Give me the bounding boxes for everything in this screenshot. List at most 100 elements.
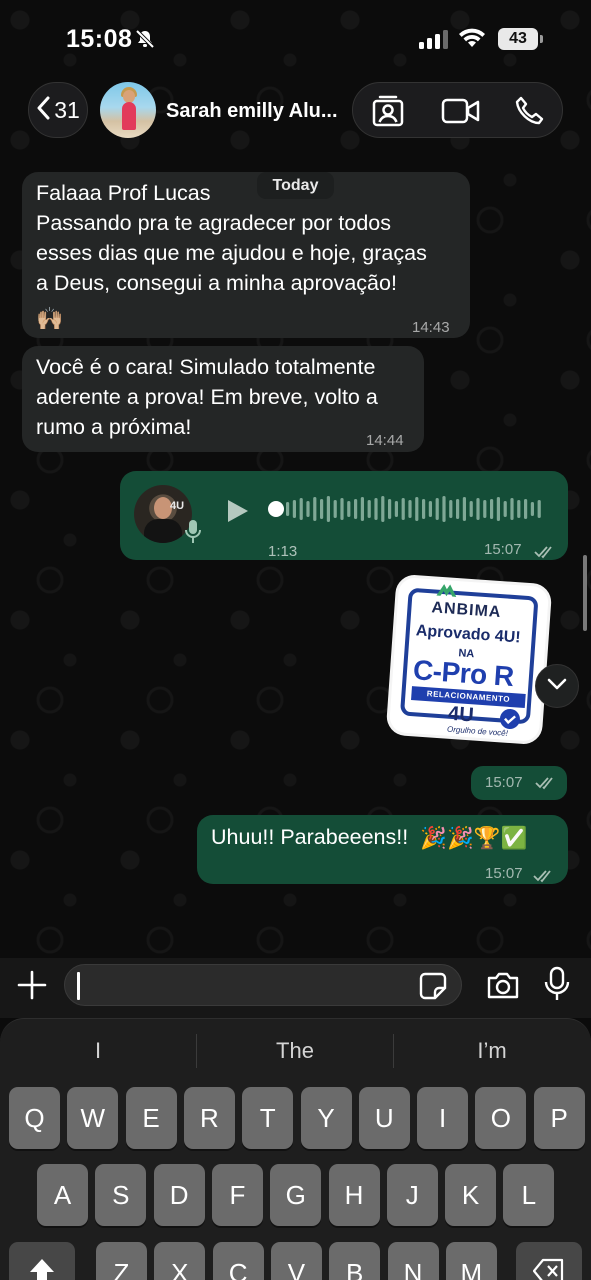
key-d[interactable]: D [153, 1164, 205, 1226]
key-w[interactable]: W [67, 1087, 119, 1149]
playback-position-dot[interactable] [268, 501, 284, 517]
key-b[interactable]: B [329, 1242, 381, 1280]
waveform-bar [340, 498, 344, 520]
chevron-left-icon [36, 96, 50, 125]
outgoing-message[interactable]: Uhuu!! Parabeeens!! 🎉🎉🏆✅ 15:07 [197, 815, 568, 884]
camera-icon[interactable] [486, 970, 520, 1005]
message-text: Uhuu!! Parabeeens!! [211, 825, 409, 849]
waveform-bar [347, 501, 351, 517]
header-actions [352, 82, 563, 138]
play-icon[interactable] [226, 498, 250, 532]
key-y[interactable]: Y [300, 1087, 352, 1149]
shift-key[interactable] [9, 1242, 75, 1280]
waveform-bar [530, 502, 534, 516]
wifi-icon [458, 27, 486, 54]
incoming-message[interactable]: Você é o cara! Simulado totalmente adere… [22, 346, 424, 452]
sticker-image[interactable]: ANBIMA Aprovado 4U! NA C-Pro R RELACIONA… [388, 576, 553, 748]
waveform-bar [313, 497, 317, 521]
key-g[interactable]: G [270, 1164, 322, 1226]
suggestion-3[interactable]: I’m [394, 1036, 590, 1066]
battery-indicator: 43 [498, 28, 543, 50]
voice-duration: 1:13 [268, 543, 298, 560]
waveform-bar [381, 496, 385, 522]
key-z[interactable]: Z [96, 1242, 147, 1280]
backspace-icon [532, 1258, 564, 1280]
audio-waveform[interactable] [286, 495, 548, 523]
waveform-bar [476, 498, 480, 520]
key-k[interactable]: K [445, 1164, 497, 1226]
microphone-icon[interactable] [544, 966, 570, 1007]
key-o[interactable]: O [475, 1087, 527, 1149]
waveform-bar [299, 498, 303, 520]
waveform-bar [374, 498, 378, 520]
key-x[interactable]: X [154, 1242, 206, 1280]
suggestion-2[interactable]: The [197, 1036, 393, 1066]
waveform-bar [483, 500, 487, 518]
key-f[interactable]: F [211, 1164, 263, 1226]
key-s[interactable]: S [95, 1164, 147, 1226]
waveform-bar [286, 502, 290, 516]
message-time: 14:44 [366, 432, 404, 449]
sticker-line1: Aprovado 4U! [415, 622, 522, 647]
voice-message[interactable]: 4U 1:13 15:07 [120, 471, 568, 560]
waveform-bar [326, 496, 330, 522]
waveform-bar [292, 500, 296, 518]
contact-name[interactable]: Sarah emilly Alu... [166, 100, 338, 123]
message-emoji: 🙌🏼 [36, 306, 64, 331]
waveform-bar [503, 501, 507, 517]
key-n[interactable]: N [387, 1242, 439, 1280]
sticker-timestamp: 15:07 [471, 766, 567, 800]
microphone-icon [184, 519, 202, 553]
sticker-brand: ANBIMA [430, 599, 502, 622]
key-u[interactable]: U [358, 1087, 410, 1149]
contact-card-icon[interactable] [371, 95, 405, 132]
plus-icon[interactable] [16, 969, 48, 1006]
message-emojis: 🎉🎉🏆✅ [420, 826, 528, 851]
key-c[interactable]: C [212, 1242, 264, 1280]
waveform-bar [320, 499, 324, 519]
waveform-bar [360, 497, 364, 521]
waveform-bar [333, 500, 337, 518]
key-t[interactable]: T [242, 1087, 294, 1149]
back-button[interactable]: 31 [28, 82, 88, 138]
incoming-message[interactable]: Falaaa Prof Lucas Passando pra te agrade… [22, 172, 470, 338]
key-r[interactable]: R [183, 1087, 235, 1149]
key-v[interactable]: V [270, 1242, 322, 1280]
waveform-bar [490, 499, 494, 519]
key-l[interactable]: L [503, 1164, 555, 1226]
key-h[interactable]: H [328, 1164, 380, 1226]
message-time: 14:43 [412, 319, 450, 336]
message-time: 15:07 [485, 865, 523, 882]
message-time: 15:07 [485, 774, 523, 791]
contact-avatar[interactable] [100, 82, 156, 138]
verified-check-icon [499, 708, 521, 730]
text-cursor [77, 972, 80, 1000]
phone-call-icon[interactable] [513, 95, 547, 132]
key-e[interactable]: E [125, 1087, 177, 1149]
waveform-bar [517, 500, 521, 518]
video-call-icon[interactable] [441, 97, 481, 130]
message-input[interactable] [64, 964, 462, 1006]
status-bar: 15:08 43 [0, 0, 591, 80]
key-a[interactable]: A [37, 1164, 88, 1226]
waveform-bar [422, 499, 426, 519]
message-text: Falaaa Prof Lucas Passando pra te agrade… [36, 181, 427, 295]
key-q[interactable]: Q [9, 1087, 60, 1149]
shift-icon [30, 1259, 54, 1280]
key-j[interactable]: J [386, 1164, 438, 1226]
waveform-bar [469, 501, 473, 517]
sticker-icon[interactable] [419, 972, 447, 1005]
key-i[interactable]: I [417, 1087, 469, 1149]
waveform-bar [442, 496, 446, 522]
chevron-down-icon [547, 677, 567, 695]
scroll-to-bottom-button[interactable] [535, 664, 579, 708]
sticker-line5: 4U [447, 702, 475, 727]
scrollbar[interactable] [583, 555, 587, 631]
waveform-bar [462, 497, 466, 521]
waveform-bar [428, 501, 432, 517]
date-pill: Today [257, 172, 334, 199]
backspace-key[interactable] [516, 1242, 582, 1280]
suggestion-1[interactable]: I [0, 1036, 196, 1066]
key-p[interactable]: P [533, 1087, 585, 1149]
key-m[interactable]: M [445, 1242, 497, 1280]
